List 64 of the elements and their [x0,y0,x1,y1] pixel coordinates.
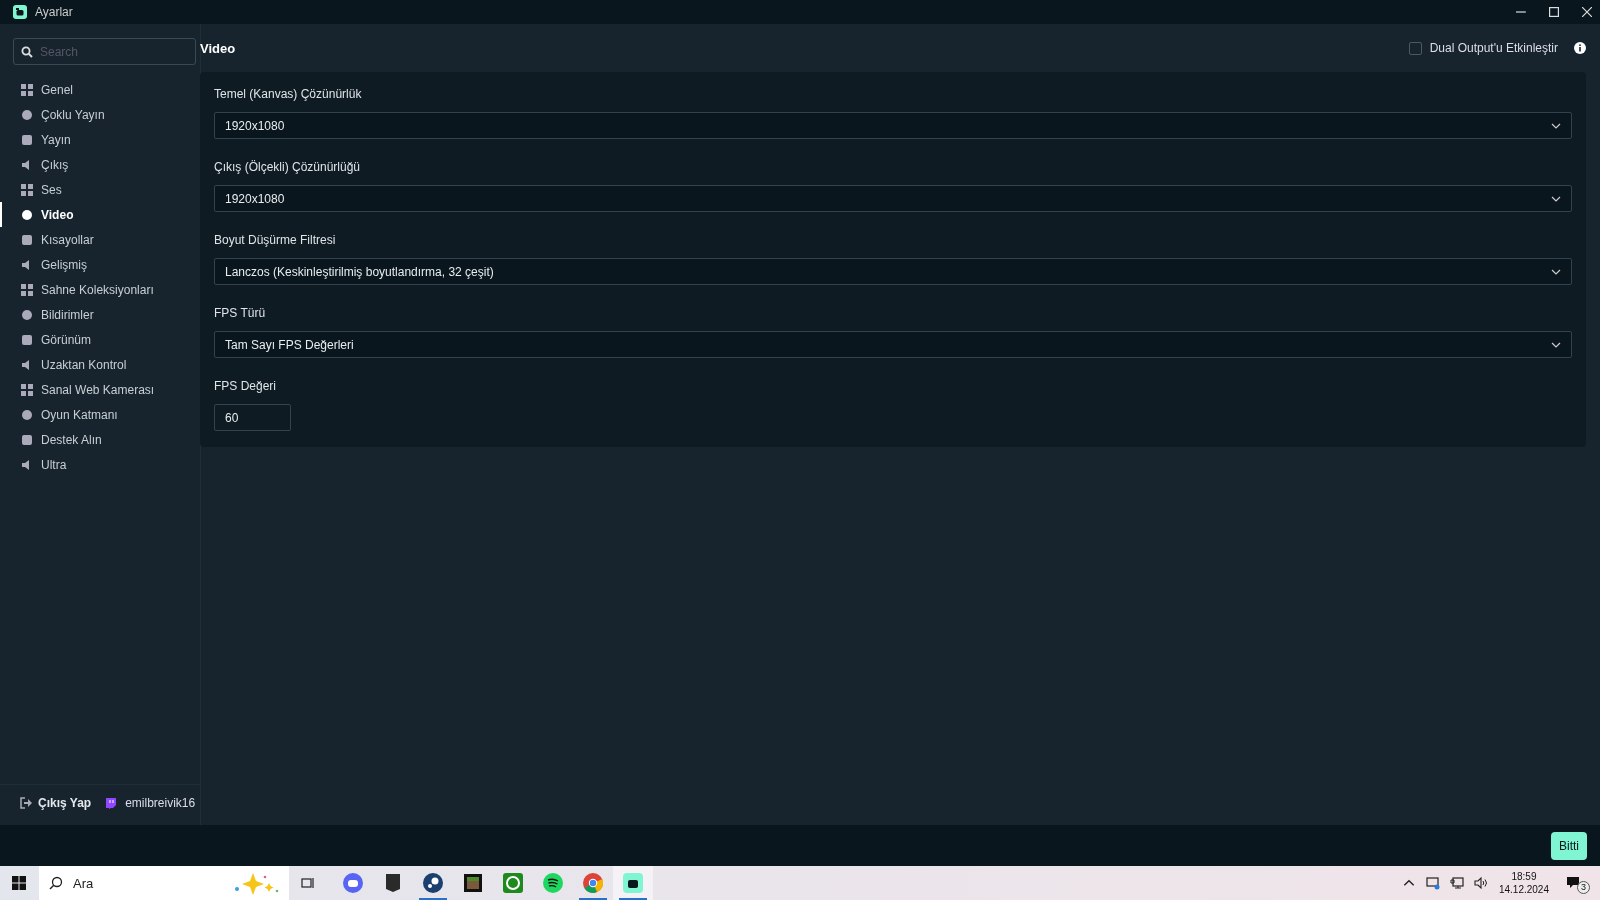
maximize-icon[interactable] [1549,7,1559,17]
dropdown[interactable]: 1920x1080 [214,185,1572,212]
taskbar-app[interactable] [613,866,653,900]
app-icon [423,873,443,893]
sidebar-item[interactable]: Uzaktan Kontrol [0,352,200,377]
sidebar-item[interactable]: Gelişmiş [0,252,200,277]
sidebar-item[interactable]: Sanal Web Kamerası [0,377,200,402]
notification-icon[interactable] [1566,876,1580,890]
info-icon[interactable] [1574,42,1586,54]
taskbar-search-field[interactable]: Ara [39,866,289,900]
task-view-icon[interactable] [301,876,315,890]
chevron-down-icon [1551,341,1561,348]
close-icon[interactable] [1582,7,1592,17]
sidebar-item[interactable]: Çoklu Yayın [0,102,200,127]
field-label: FPS Türü [214,306,267,320]
sidebar-item[interactable]: Sahne Koleksiyonları [0,277,200,302]
search-field[interactable]: Search [13,38,196,65]
sidebar-item[interactable]: Yayın [0,127,200,152]
app-icon [583,873,603,893]
checkbox-label: Dual Output'u Etkinleştir [1429,41,1558,55]
username: emilbreivik16 [125,796,196,810]
chevron-down-icon [1551,268,1561,275]
chevron-down-icon [1551,195,1561,202]
sidebar-item[interactable]: Görünüm [0,327,200,352]
window-title: Ayarlar [35,5,73,19]
app-icon [463,873,483,893]
sidebar-item[interactable]: Ses [0,177,200,202]
field-label: Temel (Kanvas) Çözünürlük [214,87,363,101]
app-icon [343,873,363,893]
chevron-down-icon [1551,122,1561,129]
search-icon [21,46,33,58]
sidebar-item[interactable]: Oyun Katmanı [0,402,200,427]
sidebar-item[interactable]: Ultra [0,452,200,477]
logout-link[interactable]: Çıkış Yap [20,796,92,810]
dropdown[interactable]: Lanczos (Keskinleştirilmiş boyutlandırma, 32 çeşit) [214,258,1572,285]
display-icon[interactable] [1425,876,1440,890]
done-button[interactable]: Bitti [1551,831,1587,860]
checkbox[interactable] [1408,41,1422,55]
logout-icon [20,797,32,809]
speaker-icon[interactable] [1473,876,1488,890]
clock-time: 18:59 [1511,870,1537,883]
notification-count: 3 [1577,880,1590,894]
clock-date: 14.12.2024 [1498,883,1549,896]
app-logo-icon [13,5,27,19]
search-icon [49,876,63,890]
sidebar-item[interactable]: Genel [0,77,200,102]
dropdown[interactable]: Tam Sayı FPS Değerleri [214,331,1572,358]
app-icon [623,873,643,893]
sidebar-item[interactable]: Çıkış [0,152,200,177]
chat-icon [105,797,118,809]
app-icon [543,873,563,893]
field-label: Çıkış (Ölçekli) Çözünürlüğü [214,160,362,174]
field-label: Boyut Düşürme Filtresi [214,233,337,247]
network-icon[interactable] [1449,876,1464,890]
sidebar-item[interactable]: Destek Alın [0,427,200,452]
app-icon [383,873,403,893]
sidebar-item[interactable]: Kısayollar [0,227,200,252]
page-title: Video [200,40,236,56]
sidebar-item[interactable]: Bildirimler [0,302,200,327]
dropdown[interactable]: 1920x1080 [214,112,1572,139]
app-icon [503,873,523,893]
number-field[interactable]: 60 [214,404,291,431]
windows-icon[interactable] [12,876,26,890]
field-label: FPS Değeri [214,379,278,393]
